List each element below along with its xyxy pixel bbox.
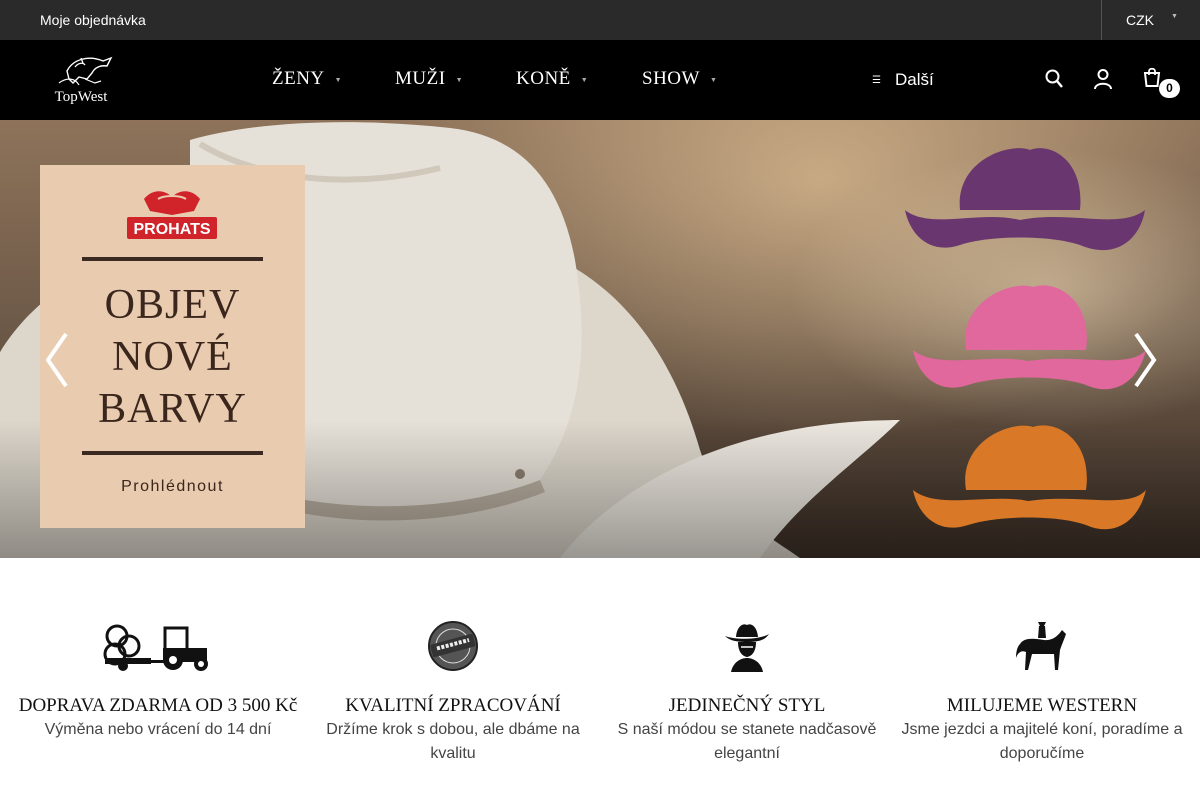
chevron-down-icon: ▼ (455, 75, 463, 84)
chevron-down-icon: ▼ (580, 75, 589, 84)
user-icon[interactable] (1093, 68, 1113, 90)
quality-badge-icon (428, 621, 478, 671)
nav-label: KONĚ (516, 68, 571, 89)
feature-title: MILUJEME WESTERN (946, 695, 1138, 716)
promo-headline-line-1: OBJEV (104, 282, 241, 328)
promo-headline-line-2: NOVÉ (112, 334, 233, 380)
top-bar: Moje objednávka CZK ▼ (0, 0, 1200, 40)
chevron-down-icon: ▼ (334, 75, 343, 84)
hat-pink (965, 285, 1087, 350)
brand-text: PROHATS (133, 221, 210, 238)
horse-rider-icon (1016, 622, 1066, 670)
menu-icon: ☰ (872, 75, 881, 86)
feature-quality: KVALITNÍ ZPRACOVÁNÍ Držíme krok s dobou,… (308, 620, 598, 766)
feature-style: JEDINEČNÝ STYL S naší módou se stanete n… (602, 620, 892, 766)
feature-western: MILUJEME WESTERN Jsme jezdci a majitelé … (897, 620, 1187, 766)
feature-title: KVALITNÍ ZPRACOVÁNÍ (345, 695, 561, 716)
more-menu-button[interactable]: ☰ Další (872, 70, 934, 90)
feature-shipping: DOPRAVA ZDARMA OD 3 500 Kč Výměna nebo v… (13, 620, 303, 742)
hero-slider: PROHATS OBJEV NOVÉ BARVY Prohlédnout (0, 120, 1200, 558)
search-icon[interactable] (1044, 68, 1064, 90)
cart-count-badge: 0 (1159, 79, 1180, 98)
promo-card[interactable]: PROHATS OBJEV NOVÉ BARVY Prohlédnout (40, 165, 305, 528)
promo-cta-link[interactable]: Prohlédnout (40, 478, 305, 496)
feature-title: JEDINEČNÝ STYL (668, 695, 826, 716)
tractor-icon (103, 624, 208, 671)
logo-text: TopWest (55, 89, 109, 105)
feature-description: Výměna nebo vrácení do 14 dní (44, 721, 272, 738)
my-order-link[interactable]: Moje objednávka (40, 12, 146, 28)
nav-label: ŽENY (272, 68, 325, 89)
feature-description: Držíme krok s dobou, ale dbáme na kvalit… (326, 721, 580, 762)
topwest-logo[interactable]: TopWest (45, 53, 117, 107)
hat-orange (965, 425, 1087, 490)
nav-item-kone[interactable]: KONĚ ▼ (516, 68, 588, 90)
more-label: Další (894, 70, 934, 89)
hat-purple (959, 148, 1081, 210)
nav-label: SHOW (642, 68, 700, 89)
promo-headline-line-3: BARVY (98, 386, 247, 432)
nav-item-muzi[interactable]: MUŽI ▼ (395, 68, 463, 90)
currency-selector[interactable]: CZK ▼ (1101, 0, 1200, 40)
currency-label: CZK (1126, 12, 1154, 28)
chevron-down-icon: ▼ (1171, 13, 1178, 20)
colored-hats-image (905, 148, 1146, 530)
divider-bottom (82, 451, 263, 455)
feature-description: Jsme jezdci a majitelé koní, poradíme a … (901, 721, 1183, 762)
nav-item-zeny[interactable]: ŽENY ▼ (272, 68, 342, 90)
chevron-down-icon: ▼ (709, 75, 718, 84)
main-header: TopWest ŽENY ▼ MUŽI ▼ KONĚ ▼ SHOW ▼ ☰ Další (0, 40, 1200, 120)
divider-top (82, 257, 263, 261)
slider-prev-button[interactable] (42, 330, 72, 390)
feature-title: DOPRAVA ZDARMA OD 3 500 Kč (18, 695, 298, 716)
prohats-logo: PROHATS (127, 191, 217, 239)
feature-description: S naší módou se stanete nadčasově elegan… (617, 721, 877, 762)
cowboy-icon (725, 624, 769, 672)
slider-next-button[interactable] (1130, 330, 1160, 390)
nav-label: MUŽI (395, 68, 446, 89)
nav-item-show[interactable]: SHOW ▼ (642, 68, 717, 90)
